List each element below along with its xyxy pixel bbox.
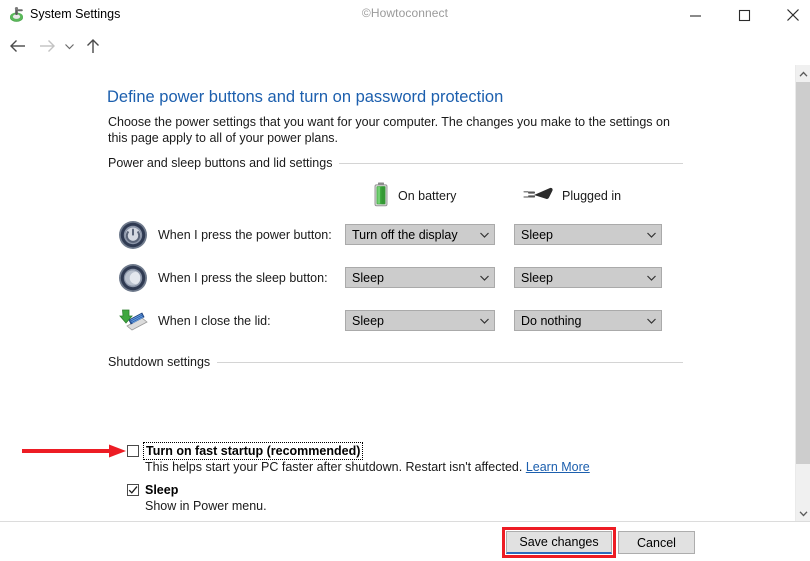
- annotation-arrow: [18, 443, 128, 459]
- checkbox-label: Turn on fast startup (recommended): [142, 442, 364, 460]
- close-icon: [786, 8, 800, 22]
- dropdown-value: Sleep: [352, 270, 384, 285]
- setting-label: When I press the sleep button:: [158, 271, 328, 285]
- checkbox-sleep[interactable]: [127, 484, 139, 496]
- dropdown-close-lid-plugged-in[interactable]: Do nothing: [514, 310, 662, 331]
- title-bar: System Settings ©Howtoconnect: [0, 0, 810, 31]
- content-area: Define power buttons and turn on passwor…: [0, 65, 795, 521]
- chevron-down-icon: [641, 231, 661, 239]
- power-button-icon: [118, 220, 148, 250]
- section-header-power-and-lid: Power and sleep buttons and lid settings: [108, 156, 683, 170]
- dropdown-power-button-on-battery[interactable]: Turn off the display: [345, 224, 495, 245]
- dropdown-value: Turn off the display: [352, 227, 458, 242]
- column-header-on-battery: On battery: [373, 182, 457, 211]
- section-header-shutdown-settings: Shutdown settings: [108, 355, 683, 369]
- checkbox-description: This helps start your PC faster after sh…: [145, 460, 590, 474]
- scroll-up-arrow-icon: [799, 67, 808, 81]
- chevron-down-icon: [641, 274, 661, 282]
- vertical-scrollbar[interactable]: [795, 65, 810, 521]
- close-button[interactable]: [770, 0, 810, 30]
- dropdown-close-lid-on-battery[interactable]: Sleep: [345, 310, 495, 331]
- column-label: Plugged in: [562, 189, 622, 203]
- dropdown-value: Sleep: [521, 270, 553, 285]
- back-arrow-icon: [8, 38, 27, 57]
- maximize-icon: [738, 9, 751, 22]
- description-text: This helps start your PC faster after sh…: [145, 460, 523, 474]
- save-changes-button[interactable]: Save changes: [506, 531, 612, 554]
- minimize-button[interactable]: [672, 0, 718, 30]
- column-label: On battery: [398, 189, 457, 203]
- chevron-down-icon: [474, 231, 494, 239]
- column-header-plugged-in: Plugged in: [522, 183, 621, 209]
- section-divider: [217, 361, 683, 363]
- close-lid-laptop-icon: [118, 306, 148, 336]
- scrollbar-thumb[interactable]: [796, 82, 810, 464]
- minimize-icon: [689, 9, 702, 22]
- chevron-down-icon: [474, 317, 494, 325]
- dropdown-power-button-plugged-in[interactable]: Sleep: [514, 224, 662, 245]
- setting-row-sleep-button: When I press the sleep button: Sleep Sle…: [118, 260, 678, 298]
- page-description: Choose the power settings that you want …: [108, 115, 670, 145]
- setting-row-close-lid: When I close the lid: Sleep Do nothing: [118, 303, 678, 341]
- maximize-button[interactable]: [721, 0, 767, 30]
- recent-locations-button[interactable]: [60, 32, 78, 62]
- page-title: Define power buttons and turn on passwor…: [107, 88, 504, 106]
- dropdown-value: Do nothing: [521, 313, 582, 328]
- setting-label: When I close the lid:: [158, 314, 271, 328]
- power-plug-icon: [522, 184, 554, 209]
- learn-more-link[interactable]: Learn More: [526, 460, 590, 474]
- chevron-down-icon: [641, 317, 661, 325]
- checkbox-fast-startup[interactable]: [127, 445, 139, 457]
- up-button[interactable]: [80, 32, 106, 62]
- setting-row-power-button: When I press the power button: Turn off …: [118, 217, 678, 255]
- dropdown-value: Sleep: [352, 313, 384, 328]
- cancel-button[interactable]: Cancel: [618, 531, 695, 554]
- up-arrow-icon: [85, 37, 101, 58]
- navigation-bar: « Hardware and Sound › Power Options › S…: [0, 30, 810, 89]
- scroll-up-button[interactable]: [796, 65, 810, 82]
- back-button[interactable]: [4, 32, 30, 62]
- forward-button[interactable]: [34, 32, 60, 62]
- recent-locations-chevron-icon: [64, 40, 75, 54]
- sleep-moon-icon: [118, 263, 148, 293]
- scroll-down-button[interactable]: [796, 504, 810, 521]
- section-label: Power and sleep buttons and lid settings: [108, 156, 333, 170]
- checkbox-label: Sleep: [145, 483, 179, 497]
- dropdown-sleep-button-plugged-in[interactable]: Sleep: [514, 267, 662, 288]
- checkbox-description: Show in Power menu.: [145, 499, 267, 513]
- checkbox-row-fast-startup[interactable]: Turn on fast startup (recommended) This …: [127, 442, 590, 474]
- footer-bar: Save changes Cancel: [0, 521, 810, 561]
- checkbox-row-sleep[interactable]: Sleep Show in Power menu.: [127, 482, 267, 513]
- forward-arrow-icon: [38, 38, 57, 57]
- section-label: Shutdown settings: [108, 355, 211, 369]
- scroll-down-arrow-icon: [799, 506, 808, 520]
- battery-icon: [373, 182, 390, 211]
- section-divider: [339, 162, 683, 164]
- dropdown-sleep-button-on-battery[interactable]: Sleep: [345, 267, 495, 288]
- setting-label: When I press the power button:: [158, 228, 332, 242]
- dropdown-value: Sleep: [521, 227, 553, 242]
- chevron-down-icon: [474, 274, 494, 282]
